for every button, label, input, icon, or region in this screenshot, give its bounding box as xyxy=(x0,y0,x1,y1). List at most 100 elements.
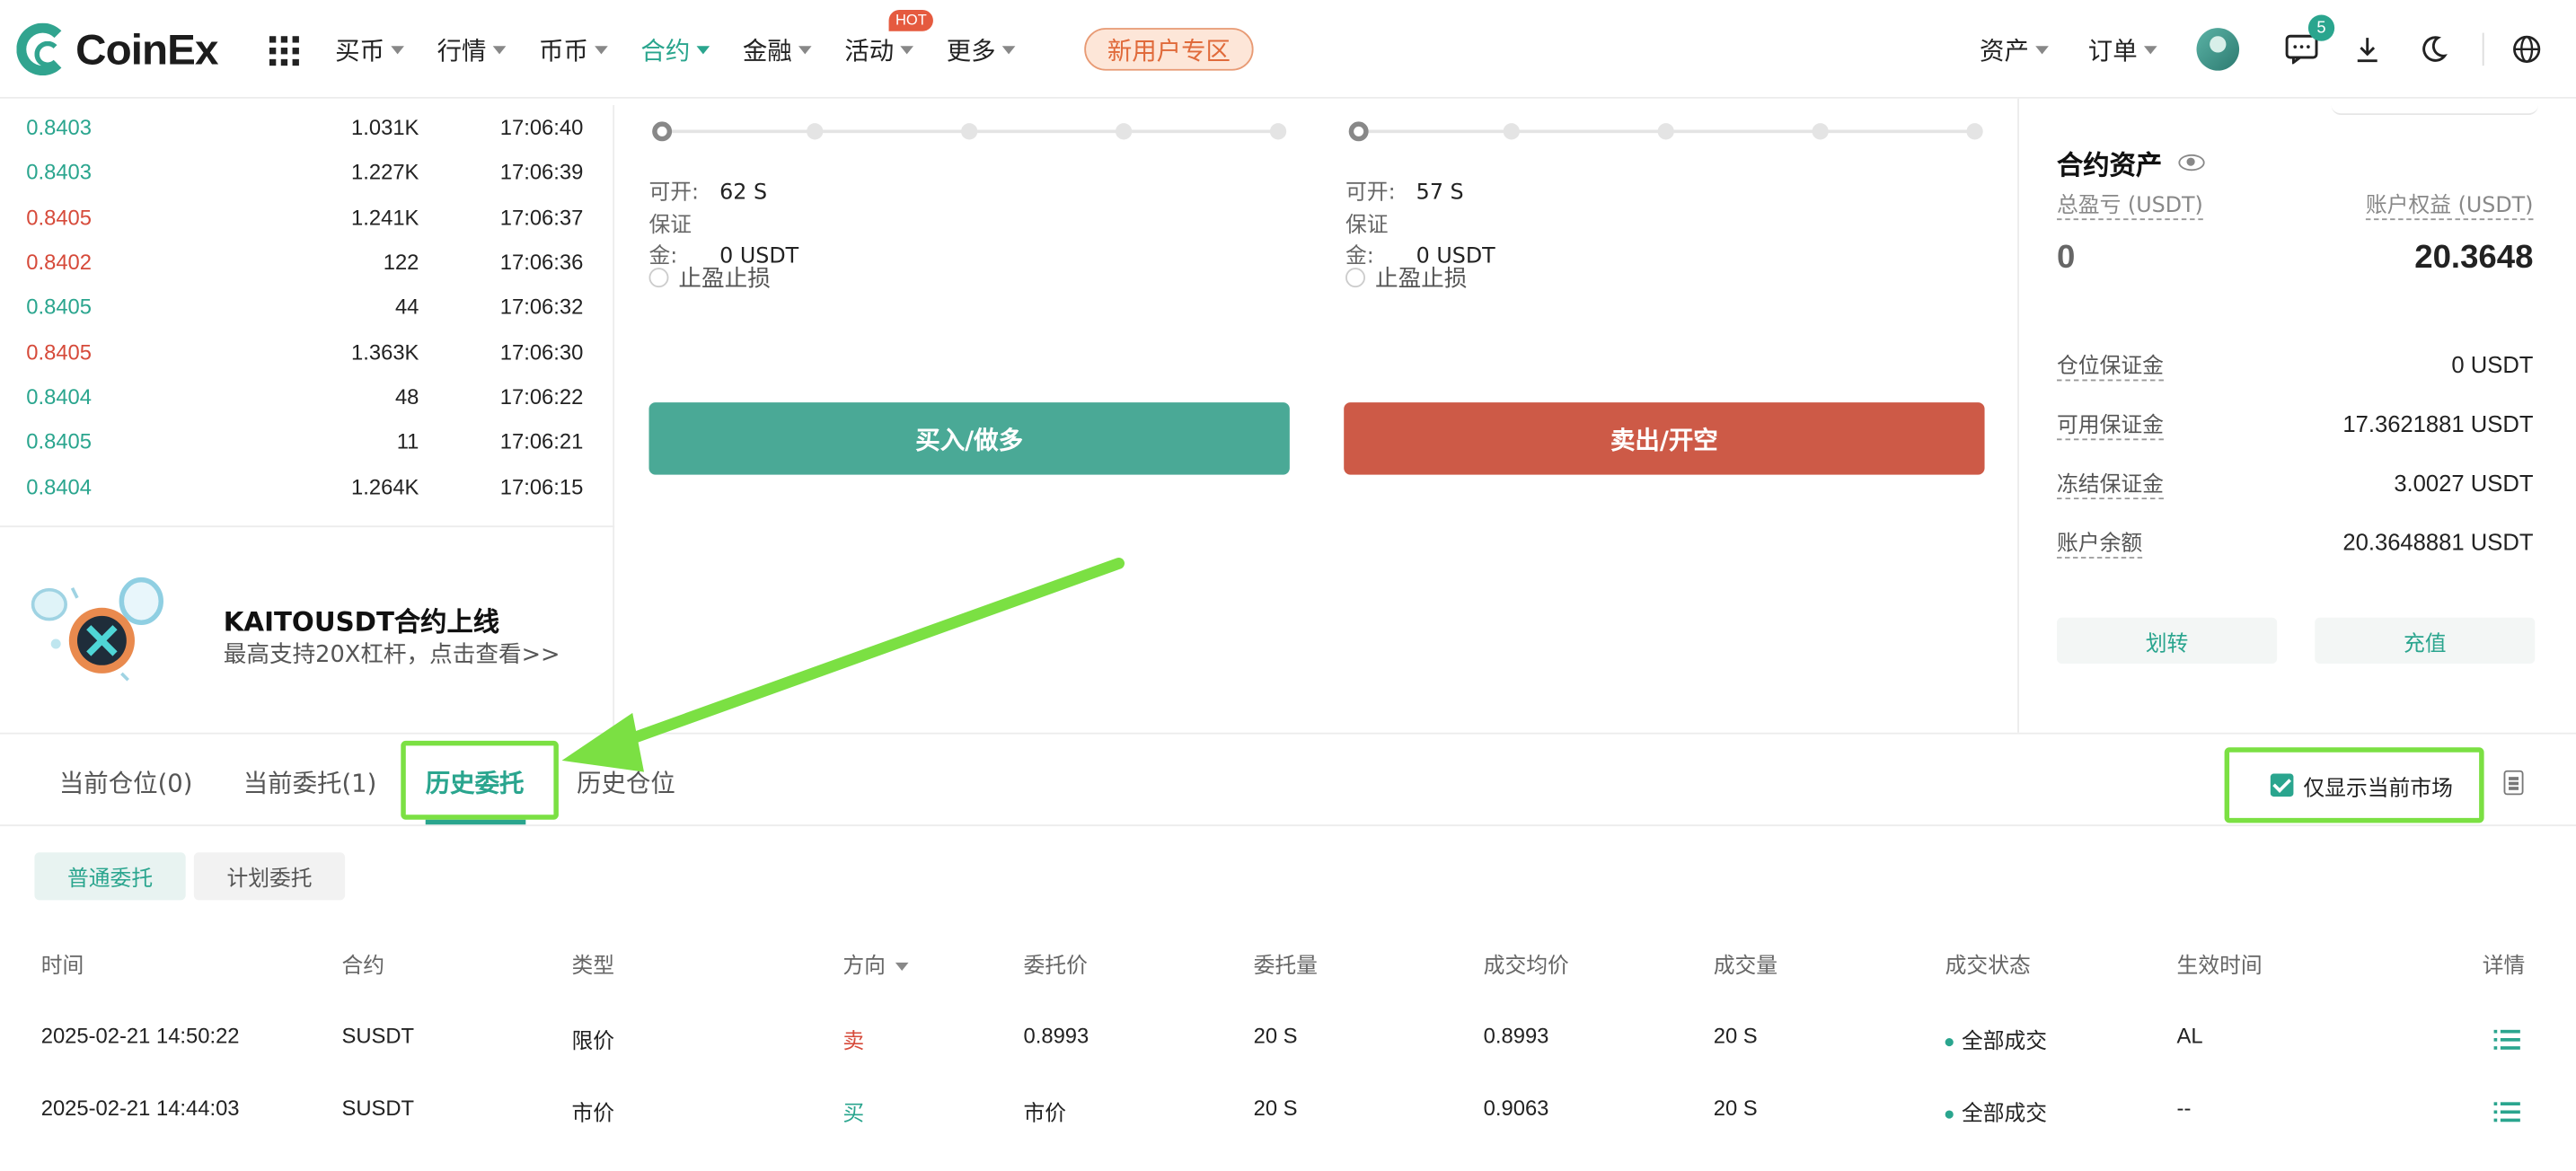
assets-menu[interactable]: 资产 xyxy=(1980,32,2049,66)
trade-price: 0.8405 xyxy=(26,339,93,365)
subtab-trigger-orders[interactable]: 计划委托 xyxy=(193,852,346,901)
slider-handle[interactable] xyxy=(652,121,673,142)
new-user-zone-button[interactable]: 新用户专区 xyxy=(1084,28,1254,71)
orders-menu[interactable]: 订单 xyxy=(2088,32,2157,66)
chevron-down-icon xyxy=(391,45,404,54)
details-list-icon[interactable] xyxy=(2493,1029,2520,1050)
tab-current-positions[interactable]: 当前仓位(0) xyxy=(59,765,193,799)
details-list-icon[interactable] xyxy=(2493,1102,2520,1122)
slider-step[interactable] xyxy=(1657,123,1674,140)
menu-spot[interactable]: 币币 xyxy=(539,32,608,66)
subtab-normal-orders[interactable]: 普通委托 xyxy=(34,852,186,901)
chevron-down-icon xyxy=(900,45,914,54)
tab-position-history[interactable]: 历史仓位 xyxy=(577,765,675,799)
orders-tabs: 当前仓位(0) 当前委托(1) 历史委托 历史仓位 仅显示当前市场 xyxy=(0,735,2576,827)
sell-short-button[interactable]: 卖出/开空 xyxy=(1344,402,1985,475)
tab-open-orders[interactable]: 当前委托(1) xyxy=(243,765,377,799)
orders-section: 当前仓位(0) 当前委托(1) 历史委托 历史仓位 仅显示当前市场 普通委托 计… xyxy=(0,732,2576,1171)
cell-effective: AL xyxy=(2176,1023,2203,1048)
frozen-margin-row: 冻结保证金 3.0027 USDT xyxy=(2057,466,2533,500)
chevron-down-icon xyxy=(492,45,507,54)
trade-price: 0.8403 xyxy=(26,160,93,185)
trade-qty: 1.241K xyxy=(351,205,419,230)
trade-time: 17:06:15 xyxy=(499,473,584,499)
sell-tpsl-toggle[interactable]: 止盈止损 xyxy=(1345,261,1467,295)
menu-more[interactable]: 更多 xyxy=(947,32,1016,66)
promo-subtitle[interactable]: 最高支持20X杠杆，点击查看>> xyxy=(224,638,560,671)
cell-side: 卖 xyxy=(842,1028,865,1053)
table-row: 2025-02-21 14:44:03 SUSDT 市价 买 市价 20 S 0.9063 2… xyxy=(0,1096,2576,1129)
promo-banner[interactable]: KAITOUSDT合约上线 最高支持20X杠杆，点击查看>> xyxy=(0,525,615,733)
slider-step[interactable] xyxy=(1115,123,1133,140)
cell-side: 买 xyxy=(842,1100,865,1125)
trade-row: 0.8405 11 17:06:21 xyxy=(0,419,613,464)
apps-grid-icon[interactable] xyxy=(269,36,299,66)
message-icon[interactable]: 5 xyxy=(2285,14,2335,66)
cell-type: 限价 xyxy=(571,1028,615,1053)
buy-long-button[interactable]: 买入/做多 xyxy=(648,402,1290,475)
deposit-button[interactable]: 充值 xyxy=(2315,617,2536,664)
account-equity-value: 20.3648 xyxy=(2414,240,2534,277)
cell-type: 市价 xyxy=(571,1100,615,1125)
trade-price: 0.8402 xyxy=(26,250,93,275)
slider-step[interactable] xyxy=(807,123,824,140)
slider-step[interactable] xyxy=(961,123,978,140)
menu-buy-crypto[interactable]: 买币 xyxy=(335,32,404,66)
cell-contract: SUSDT xyxy=(341,1096,415,1121)
col-effective-time: 生效时间 xyxy=(2176,954,2263,980)
coinex-logo-icon xyxy=(16,22,69,76)
trade-qty: 44 xyxy=(394,295,419,320)
radio-icon[interactable] xyxy=(648,268,669,288)
radio-icon[interactable] xyxy=(1345,268,1365,288)
total-pnl-value: 0 xyxy=(2057,240,2076,277)
globe-language-icon[interactable] xyxy=(2510,33,2544,66)
only-current-market-checkbox[interactable]: 仅显示当前市场 xyxy=(2224,747,2484,823)
buy-tpsl-toggle[interactable]: 止盈止损 xyxy=(648,261,771,295)
cell-avg: 0.9063 xyxy=(1483,1096,1549,1121)
sell-available: 可开: 57 S xyxy=(1345,180,1464,206)
cell-time: 2025-02-21 14:44:03 xyxy=(40,1096,240,1121)
trade-time: 17:06:30 xyxy=(499,339,584,365)
menu-finance[interactable]: 金融 xyxy=(743,32,812,66)
slider-step[interactable] xyxy=(1966,123,1983,140)
trade-price: 0.8403 xyxy=(26,115,93,140)
menu-futures[interactable]: 合约 xyxy=(640,32,710,66)
menu-activities[interactable]: 活动 HOT xyxy=(844,9,934,66)
cell-qty: 20 S xyxy=(1253,1096,1298,1121)
position-margin-row: 仓位保证金 0 USDT xyxy=(2057,348,2533,382)
menu-markets[interactable]: 行情 xyxy=(437,32,507,66)
trade-qty: 1.227K xyxy=(351,160,419,185)
download-icon[interactable] xyxy=(2351,33,2384,66)
table-header: 时间 合约 类型 方向 委托价 委托量 成交均价 成交量 成交状态 生效时间 详… xyxy=(0,947,2576,981)
dark-mode-moon-icon[interactable] xyxy=(2417,33,2450,66)
chevron-down-icon xyxy=(2143,45,2157,54)
coin-promo-icon xyxy=(31,577,163,682)
col-avg-price: 成交均价 xyxy=(1483,954,1569,980)
slider-step[interactable] xyxy=(1503,123,1520,140)
active-tab-underline xyxy=(425,819,526,825)
annotation-highlight-box xyxy=(401,740,559,820)
avatar[interactable] xyxy=(2196,28,2240,71)
promo-title: KAITOUSDT合约上线 xyxy=(223,605,499,638)
document-icon[interactable] xyxy=(2503,770,2524,796)
trade-time: 17:06:21 xyxy=(499,428,584,454)
sort-caret-icon[interactable] xyxy=(895,962,909,971)
chevron-down-icon xyxy=(798,45,812,54)
eye-visibility-icon[interactable] xyxy=(2178,154,2205,172)
trade-price: 0.8404 xyxy=(26,383,93,409)
slider-handle[interactable] xyxy=(1348,121,1369,142)
transfer-button[interactable]: 划转 xyxy=(2057,617,2278,664)
slider-step[interactable] xyxy=(1269,123,1287,140)
col-time: 时间 xyxy=(40,954,84,980)
trade-time: 17:06:36 xyxy=(499,250,584,275)
chevron-down-icon xyxy=(595,45,608,54)
checkbox-checked-icon[interactable] xyxy=(2270,773,2294,797)
slider-step[interactable] xyxy=(1812,123,1829,140)
message-count-badge: 5 xyxy=(2307,14,2335,41)
buy-leverage-slider[interactable] xyxy=(652,121,1292,142)
sell-leverage-slider[interactable] xyxy=(1348,121,1989,142)
chevron-down-icon xyxy=(1001,45,1016,54)
account-balance-row: 账户余额 20.3648881 USDT xyxy=(2057,525,2533,559)
coinex-logo[interactable]: CoinEx xyxy=(16,22,218,76)
col-direction[interactable]: 方向 xyxy=(842,947,909,979)
